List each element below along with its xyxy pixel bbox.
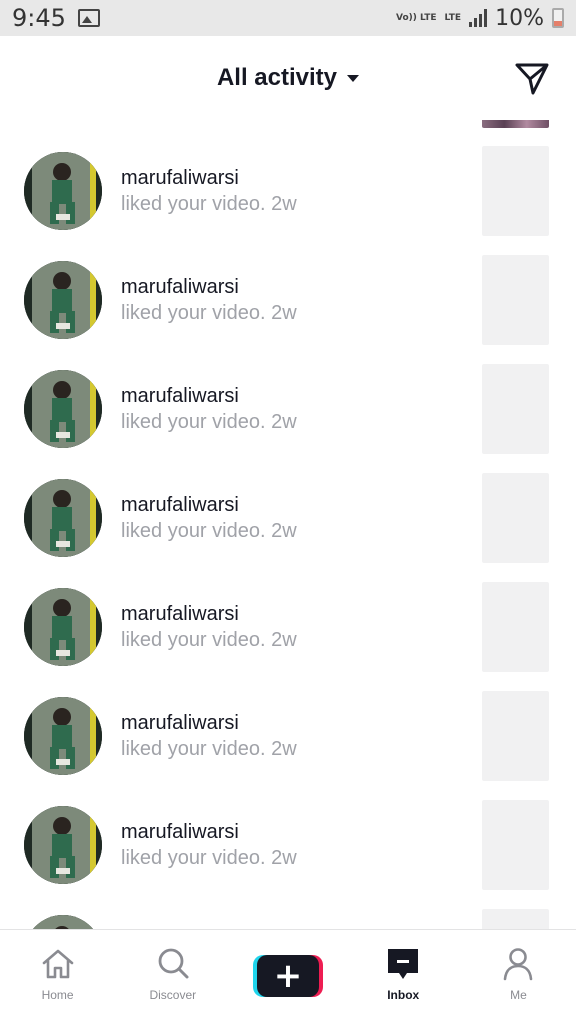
username[interactable]: marufaliwarsi — [121, 275, 297, 299]
item-text: marufaliwarsi liked your video. 2w — [121, 711, 297, 763]
username[interactable]: marufaliwarsi — [121, 711, 297, 735]
video-thumbnail[interactable] — [482, 800, 549, 890]
username[interactable]: marufaliwarsi — [121, 166, 297, 190]
avatar[interactable] — [24, 152, 102, 230]
create-button[interactable]: + — [253, 955, 323, 997]
list-item[interactable]: marufaliwarsi liked your video. 2w — [0, 473, 576, 582]
bottom-nav: Home Discover + Inbox Me — [0, 929, 576, 1024]
list-item[interactable]: marufaliwarsi liked your video. 2w — [0, 800, 576, 909]
activity-text: liked your video. 2w — [121, 738, 297, 760]
video-thumbnail[interactable] — [482, 146, 549, 236]
battery-percent: 10% — [495, 5, 544, 31]
avatar[interactable] — [24, 915, 102, 929]
page-title: All activity — [216, 64, 338, 91]
username[interactable]: marufaliwarsi — [121, 493, 297, 517]
inbox-icon — [388, 949, 419, 979]
avatar[interactable] — [24, 588, 102, 666]
status-bar: 9:45 Vo)) LTE LTE 10% — [0, 0, 576, 36]
notification-list: marufaliwarsi liked your video. 2w maruf… — [0, 146, 576, 929]
gallery-icon — [77, 9, 100, 27]
username[interactable]: marufaliwarsi — [121, 820, 297, 844]
nav-me[interactable]: Me — [461, 930, 576, 1024]
lte-icon: LTE — [444, 12, 462, 23]
item-text: marufaliwarsi liked your video. 2w — [121, 602, 297, 654]
username[interactable]: marufaliwarsi — [121, 384, 297, 408]
profile-icon — [504, 948, 533, 981]
battery-icon — [552, 8, 564, 28]
nav-label: Inbox — [387, 988, 420, 1002]
list-item[interactable] — [0, 909, 576, 929]
avatar[interactable] — [24, 806, 102, 884]
video-thumbnail[interactable] — [482, 582, 549, 672]
nav-discover[interactable]: Discover — [115, 930, 230, 1024]
header: All activity — [0, 36, 576, 120]
nav-label: Home — [41, 988, 74, 1002]
avatar[interactable] — [24, 370, 102, 448]
plus-icon: + — [257, 955, 319, 997]
activity-text: liked your video. 2w — [121, 629, 297, 651]
video-thumbnail[interactable] — [482, 691, 549, 781]
status-time: 9:45 — [12, 4, 66, 32]
nav-label: Me — [510, 988, 527, 1002]
activity-text: liked your video. 2w — [121, 302, 297, 324]
search-icon — [158, 948, 189, 979]
list-item[interactable]: marufaliwarsi liked your video. 2w — [0, 255, 576, 364]
nav-home[interactable]: Home — [0, 930, 115, 1024]
video-thumbnail[interactable] — [482, 255, 549, 345]
list-item[interactable]: marufaliwarsi liked your video. 2w — [0, 582, 576, 691]
video-thumbnail[interactable] — [482, 473, 549, 563]
video-thumbnail[interactable] — [482, 364, 549, 454]
nav-label: Discover — [149, 988, 197, 1002]
nav-create[interactable]: + — [230, 930, 345, 1024]
activity-text: liked your video. 2w — [121, 193, 297, 215]
activity-text: liked your video. 2w — [121, 847, 297, 869]
signal-icon — [469, 9, 488, 27]
caret-down-icon — [347, 74, 360, 82]
list-item[interactable]: marufaliwarsi liked your video. 2w — [0, 146, 576, 255]
activity-filter-dropdown[interactable]: All activity — [216, 64, 360, 92]
avatar[interactable] — [24, 697, 102, 775]
avatar[interactable] — [24, 261, 102, 339]
video-thumbnail[interactable] — [482, 909, 549, 929]
avatar[interactable] — [24, 479, 102, 557]
status-icons: Vo)) LTE LTE 10% — [396, 6, 564, 31]
item-text: marufaliwarsi liked your video. 2w — [121, 493, 297, 545]
item-text: marufaliwarsi liked your video. 2w — [121, 384, 297, 436]
home-icon — [42, 949, 73, 979]
nav-inbox[interactable]: Inbox — [346, 930, 461, 1024]
item-text: marufaliwarsi liked your video. 2w — [121, 820, 297, 872]
item-text: marufaliwarsi liked your video. 2w — [121, 166, 297, 218]
volte-icon: Vo)) LTE — [395, 12, 437, 23]
activity-text: liked your video. 2w — [121, 411, 297, 433]
item-text: marufaliwarsi liked your video. 2w — [121, 275, 297, 327]
send-icon[interactable] — [514, 60, 550, 96]
list-item[interactable]: marufaliwarsi liked your video. 2w — [0, 691, 576, 800]
activity-text: liked your video. 2w — [121, 520, 297, 542]
username[interactable]: marufaliwarsi — [121, 602, 297, 626]
thumbnail-partial[interactable] — [482, 120, 549, 128]
list-item[interactable]: marufaliwarsi liked your video. 2w — [0, 364, 576, 473]
